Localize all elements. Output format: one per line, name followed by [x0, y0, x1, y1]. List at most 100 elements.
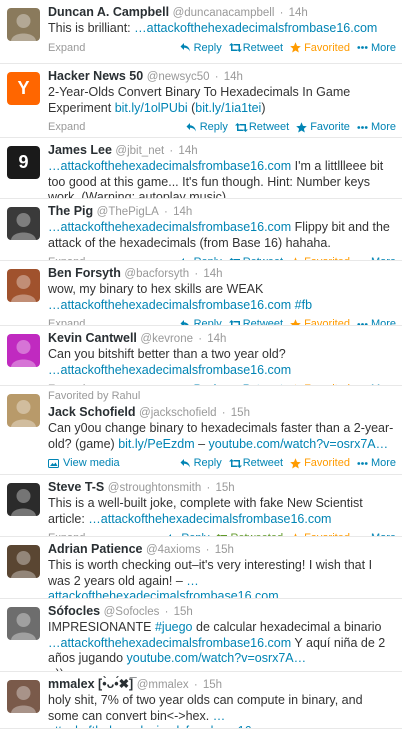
author-handle[interactable]: @duncanacampbell: [173, 7, 275, 19]
author-name[interactable]: Sófocles: [48, 604, 100, 618]
author-handle[interactable]: @jackschofield: [139, 407, 217, 419]
tweet-link[interactable]: bit.ly/PeEzdm: [118, 437, 194, 451]
separator: ·: [195, 333, 206, 345]
timestamp[interactable]: 14h: [203, 268, 222, 280]
author-handle[interactable]: @mmalex: [137, 679, 189, 691]
tweet[interactable]: Duncan A. Campbell @duncanacampbell · 14…: [0, 0, 402, 64]
tweet-footer: Expand Reply Retweet Favorited More: [48, 314, 396, 325]
tweet-link[interactable]: …attackofthehexadecimalsfrombase16.com: [48, 363, 291, 377]
reply-button[interactable]: Reply: [186, 121, 228, 133]
timestamp[interactable]: 14h: [178, 145, 197, 157]
more-button[interactable]: More: [357, 318, 396, 325]
timestamp[interactable]: 15h: [231, 407, 250, 419]
favorite-button[interactable]: Favorited: [290, 318, 350, 325]
tweet[interactable]: Sófocles @Sofocles · 15h IMPRESIONANTE #j…: [0, 599, 402, 672]
retweet-button[interactable]: Retweet: [228, 318, 283, 325]
avatar[interactable]: [7, 483, 40, 516]
tweet-link[interactable]: #fb: [295, 298, 312, 312]
more-icon: [357, 42, 368, 53]
timestamp[interactable]: 14h: [224, 71, 243, 83]
retweet-button[interactable]: Retweet: [234, 121, 289, 133]
expand-link[interactable]: Expand: [48, 121, 85, 133]
tweet-link[interactable]: bit.ly/1olPUbi: [115, 101, 188, 115]
more-button[interactable]: More: [357, 121, 396, 133]
avatar[interactable]: [7, 334, 40, 367]
author-name[interactable]: The Pig: [48, 204, 93, 218]
avatar[interactable]: [7, 207, 40, 240]
author-name[interactable]: Duncan A. Campbell: [48, 5, 169, 19]
author-name[interactable]: Hacker News 50: [48, 69, 143, 83]
author-name[interactable]: Ben Forsyth: [48, 266, 121, 280]
author-name[interactable]: Adrian Patience: [48, 542, 142, 556]
author-name[interactable]: Steve T-S: [48, 480, 104, 494]
avatar[interactable]: [7, 394, 40, 427]
author-handle[interactable]: @4axioms: [146, 544, 201, 556]
avatar[interactable]: [7, 269, 40, 302]
tweet[interactable]: Favorited by Rahul Jack Schofield @jacksc…: [0, 386, 402, 475]
author-handle[interactable]: @kevrone: [140, 333, 193, 345]
tweet-link[interactable]: …attackofthehexadecimalsfrombase16.com: [48, 220, 291, 234]
timestamp[interactable]: 14h: [207, 333, 226, 345]
avatar[interactable]: [7, 545, 40, 578]
avatar[interactable]: Y: [7, 72, 40, 105]
avatar[interactable]: [7, 8, 40, 41]
tweet-link[interactable]: #juego: [155, 620, 193, 634]
author-name[interactable]: Kevin Cantwell: [48, 331, 137, 345]
media-icon: [48, 458, 59, 469]
tweet-stream: Duncan A. Campbell @duncanacampbell · 14…: [0, 0, 402, 729]
tweet[interactable]: 9 James Lee @jbit_net · 14h …attackofthehe…: [0, 138, 402, 199]
reply-button[interactable]: Reply: [180, 318, 222, 325]
tweet-footer: Expand Reply Retweet Favorite More: [48, 117, 396, 137]
reply-button[interactable]: Reply: [180, 42, 222, 54]
separator: ·: [218, 407, 229, 419]
favorite-button-label: Favorite: [310, 121, 350, 133]
tweet-link[interactable]: …attackofthehexadecimalsfrombase16.com: [88, 512, 331, 526]
author-handle[interactable]: @stroughtonsmith: [108, 482, 202, 494]
expand-link[interactable]: Expand: [48, 42, 85, 54]
reply-button[interactable]: Reply: [180, 457, 222, 469]
reply-button-label: Reply: [193, 457, 222, 469]
avatar[interactable]: [7, 680, 40, 713]
tweet[interactable]: Ben Forsyth @bacforsyth · 14h wow, my bin…: [0, 261, 402, 326]
timestamp[interactable]: 15h: [174, 606, 193, 618]
expand-link[interactable]: Expand: [48, 318, 85, 325]
tweet-link[interactable]: youtube.com/watch?v=osrx7A…: [209, 437, 389, 451]
view-media-link[interactable]: View media: [48, 457, 120, 469]
tweet[interactable]: Y Hacker News 50 @newsyc50 · 14h 2-Year-Ol…: [0, 64, 402, 138]
timestamp[interactable]: 15h: [216, 482, 235, 494]
avatar[interactable]: [7, 607, 40, 640]
author-name[interactable]: mmalex [•̀ᴗ•́✖]̅: [48, 677, 133, 691]
tweet-link[interactable]: youtube.com/watch?v=osrx7A…: [127, 651, 307, 665]
timestamp[interactable]: 14h: [289, 7, 308, 19]
author-name[interactable]: James Lee: [48, 143, 112, 157]
favorite-button[interactable]: Favorited: [290, 42, 350, 54]
author-handle[interactable]: @jbit_net: [115, 145, 164, 157]
author-name[interactable]: Jack Schofield: [48, 405, 136, 419]
tweet-link[interactable]: …attackofthehexadecimalsfrombase16.com: [48, 159, 291, 173]
more-button[interactable]: More: [357, 457, 396, 469]
timestamp[interactable]: 14h: [173, 206, 192, 218]
tweet-link[interactable]: …attackofthehexadecimalsfrombase16.com: [134, 21, 377, 35]
author-handle[interactable]: @bacforsyth: [124, 268, 189, 280]
timestamp[interactable]: 15h: [203, 679, 222, 691]
favorite-button[interactable]: Favorited: [290, 457, 350, 469]
author-handle[interactable]: @Sofocles: [104, 606, 160, 618]
timestamp[interactable]: 15h: [215, 544, 234, 556]
author-handle[interactable]: @ThePigLA: [97, 206, 159, 218]
star-icon: [290, 457, 301, 469]
tweet-link[interactable]: …attackofthehexadecimalsfrombase16.com: [48, 636, 291, 650]
tweet-link[interactable]: …attackofthehexadecimalsfrombase16.com: [48, 298, 291, 312]
tweet[interactable]: The Pig @ThePigLA · 14h …attackofthehexad…: [0, 199, 402, 261]
retweet-button[interactable]: Retweet: [228, 457, 283, 469]
tweet-text-segment: Can you bitshift better than a two year …: [48, 347, 286, 361]
favorite-button[interactable]: Favorite: [296, 121, 350, 133]
tweet[interactable]: Steve T-S @stroughtonsmith · 15h This is …: [0, 475, 402, 537]
more-button[interactable]: More: [357, 42, 396, 54]
tweet[interactable]: mmalex [•̀ᴗ•́✖]̅ @mmalex · 15h holy shit,…: [0, 672, 402, 729]
avatar[interactable]: 9: [7, 146, 40, 179]
author-handle[interactable]: @newsyc50: [147, 71, 210, 83]
tweet[interactable]: Kevin Cantwell @kevrone · 14h Can you bit…: [0, 326, 402, 386]
tweet[interactable]: Adrian Patience @4axioms · 15h This is wo…: [0, 537, 402, 599]
tweet-link[interactable]: bit.ly/1ia1tei: [195, 101, 261, 115]
retweet-button[interactable]: Retweet: [228, 42, 283, 54]
